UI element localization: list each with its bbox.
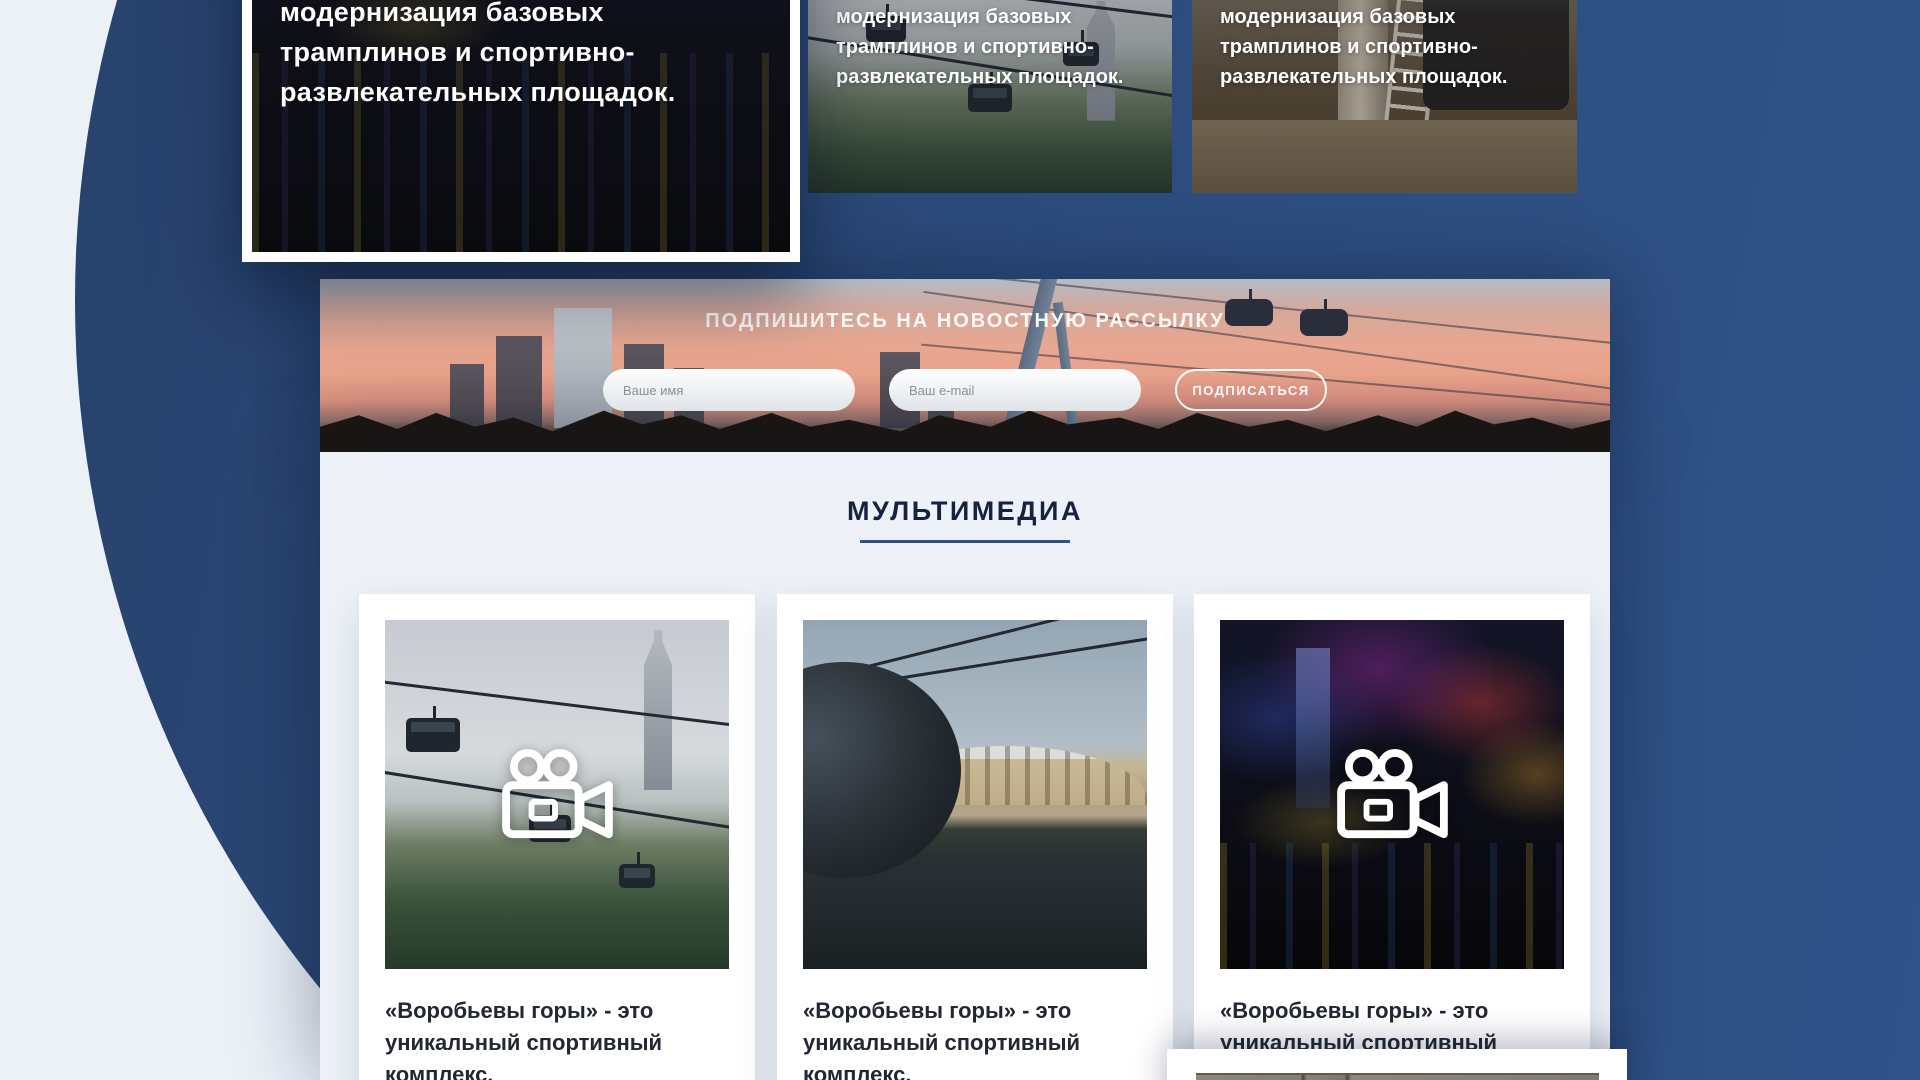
video-camera-icon <box>498 748 616 842</box>
multimedia-video-card[interactable]: «Воробьевы горы» - это уникальный спорти… <box>359 594 755 1080</box>
multimedia-thumbnail <box>385 620 729 969</box>
news-card-text: модернизация базовых трамплинов и спорти… <box>836 2 1148 92</box>
newsletter-title: ПОДПИШИТЕСЬ НА НОВОСТНУЮ РАССЫЛКУ <box>320 310 1610 333</box>
news-card[interactable]: модернизация базовых трамплинов и спорти… <box>1192 0 1577 193</box>
name-input[interactable] <box>603 369 855 411</box>
msu-tower-silhouette <box>631 630 685 790</box>
email-input[interactable] <box>889 369 1141 411</box>
multimedia-heading: МУЛЬТИМЕДИА <box>320 452 1610 527</box>
multimedia-card-text: «Воробьевы горы» - это уникальный спорти… <box>803 995 1121 1080</box>
news-card-text: модернизация базовых трамплинов и спорти… <box>280 0 732 112</box>
multimedia-thumbnail <box>1220 620 1564 969</box>
multimedia-video-card[interactable]: «Воробьевы горы» - это уникальный спорти… <box>777 594 1173 1080</box>
video-camera-icon <box>1333 748 1451 842</box>
newsletter-form: ПОДПИСАТЬСЯ <box>320 369 1610 411</box>
gondola-shape <box>406 718 460 752</box>
popup-photo-strip <box>1196 1073 1599 1080</box>
luzhniki-scene-graphic <box>803 620 1147 969</box>
multimedia-video-card[interactable]: «Воробьевы горы» - это уникальный спорти… <box>1194 594 1590 1080</box>
subscribe-button[interactable]: ПОДПИСАТЬСЯ <box>1175 369 1327 411</box>
news-card-active[interactable]: модернизация базовых трамплинов и спорти… <box>242 0 800 262</box>
news-image-station: модернизация базовых трамплинов и спорти… <box>1192 0 1577 193</box>
lit-building-shape <box>1296 648 1330 809</box>
multimedia-thumbnail <box>803 620 1147 969</box>
news-card[interactable]: модернизация базовых трамплинов и спорти… <box>808 0 1172 193</box>
page: модернизация базовых трамплинов и спорти… <box>0 0 1920 1080</box>
gondola-shape <box>803 662 961 878</box>
heading-underline <box>860 540 1070 543</box>
news-image-day: модернизация базовых трамплинов и спорти… <box>808 0 1172 193</box>
multimedia-card-text: «Воробьевы горы» - это уникальный спорти… <box>385 995 703 1080</box>
newsletter-banner: ПОДПИШИТЕСЬ НА НОВОСТНУЮ РАССЫЛКУ ПОДПИС… <box>320 279 1610 452</box>
gondola-shape <box>619 864 655 888</box>
news-card-text: модернизация базовых трамплинов и спорти… <box>1220 2 1532 92</box>
news-image-night: модернизация базовых трамплинов и спорти… <box>252 0 790 252</box>
multimedia-section: МУЛЬТИМЕДИА <box>320 452 1610 1080</box>
bottom-preview-popup <box>1167 1049 1627 1080</box>
